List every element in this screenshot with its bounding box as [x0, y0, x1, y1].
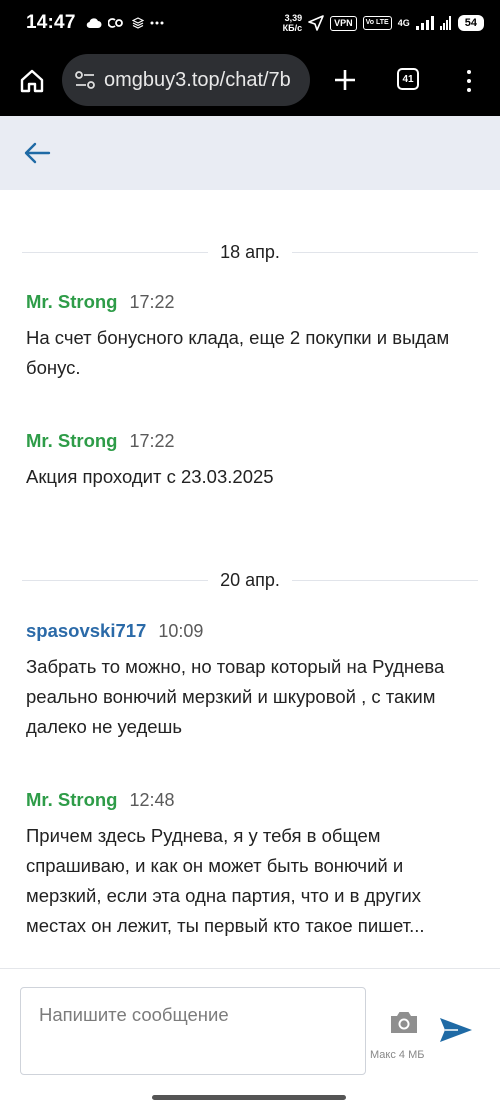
more-dots-icon — [150, 21, 164, 25]
separator-line — [22, 579, 209, 581]
address-bar[interactable]: omgbuy3.top/chat/7b — [62, 54, 310, 106]
message-header: spasovski717 10:09 — [26, 620, 481, 648]
new-tab-button[interactable] — [328, 63, 362, 97]
browser-menu-button[interactable] — [458, 64, 480, 98]
message-input[interactable] — [20, 987, 366, 1075]
separator-line — [291, 579, 479, 581]
home-indicator[interactable] — [152, 1095, 346, 1100]
tab-switcher-button[interactable]: 41 — [397, 68, 419, 90]
url-text: omgbuy3.top/chat/7b — [104, 68, 291, 91]
message-item: spasovski717 10:09 Забрать то можно, но … — [26, 620, 481, 742]
status-time: 14:47 — [26, 12, 76, 33]
location-arrow-icon — [308, 15, 324, 31]
send-icon[interactable] — [438, 1015, 474, 1045]
message-header: Mr. Strong 17:22 — [26, 430, 481, 458]
message-item: Mr. Strong 17:22 На счет бонусного клада… — [26, 291, 481, 383]
attachment-size-limit: Макс 4 МБ — [370, 1049, 425, 1061]
message-author[interactable]: Mr. Strong — [26, 789, 117, 811]
back-button[interactable] — [22, 138, 52, 168]
vpn-badge: VPN — [330, 15, 357, 31]
network-speed-unit: КБ/с — [282, 23, 303, 33]
signal-icon — [415, 16, 434, 30]
message-author[interactable]: Mr. Strong — [26, 430, 117, 452]
message-list[interactable]: 18 апр. Mr. Strong 17:22 На счет бонусно… — [0, 190, 500, 968]
camera-icon[interactable] — [388, 1009, 420, 1035]
network-speed-value: 3,39 — [284, 13, 303, 23]
message-author[interactable]: Mr. Strong — [26, 291, 117, 313]
plus-icon — [335, 70, 355, 90]
notification-icons — [86, 17, 164, 29]
message-time: 12:48 — [129, 790, 175, 810]
site-settings-icon[interactable] — [74, 70, 96, 90]
separator-line — [291, 251, 479, 253]
status-indicators: 3,39 КБ/с VPN Vo LTE 4G 54 — [283, 13, 484, 33]
battery-level: 54 — [457, 15, 484, 31]
message-item: Mr. Strong 17:22 Акция проходит с 23.03.… — [26, 430, 481, 492]
date-label: 20 апр. — [220, 569, 280, 590]
message-text: На счет бонусного клада, еще 2 покупки и… — [26, 327, 450, 378]
message-time: 10:09 — [158, 621, 204, 641]
message-text: Забрать то можно, но товар который на Ру… — [26, 656, 445, 737]
message-header: Mr. Strong 12:48 — [26, 789, 481, 817]
message-composer: Макс 4 МБ — [0, 969, 500, 1089]
layers-icon — [131, 17, 144, 29]
chat-header — [0, 116, 500, 190]
home-icon — [20, 69, 44, 93]
message-time: 17:22 — [129, 431, 175, 451]
back-arrow-icon — [24, 142, 51, 164]
date-separator: 18 апр. — [22, 238, 479, 266]
message-text: Причем здесь Руднева, я у тебя в общем с… — [26, 825, 425, 936]
network-type: 4G — [397, 18, 410, 28]
network-speed: 3,39 КБ/с — [283, 13, 302, 33]
message-author[interactable]: spasovski717 — [26, 620, 146, 642]
co-logo-icon — [107, 18, 123, 28]
message-header: Mr. Strong 17:22 — [26, 291, 481, 319]
browser-toolbar: omgbuy3.top/chat/7b 41 — [0, 46, 500, 116]
status-bar: 14:47 3,39 КБ/с VPN Vo LTE 4G 54 — [0, 0, 500, 46]
menu-dot — [467, 69, 471, 74]
cloud-icon — [86, 18, 102, 29]
volte-badge: Vo LTE — [362, 16, 392, 30]
menu-dot — [467, 78, 471, 83]
separator-line — [22, 251, 209, 253]
home-button[interactable] — [14, 63, 50, 99]
message-item: Mr. Strong 12:48 Причем здесь Руднева, я… — [26, 789, 481, 941]
date-separator: 20 апр. — [22, 566, 479, 594]
date-label: 18 апр. — [220, 241, 280, 262]
message-time: 17:22 — [129, 292, 175, 312]
message-text: Акция проходит с 23.03.2025 — [26, 466, 274, 487]
signal-icon-secondary — [439, 16, 451, 30]
menu-dot — [467, 88, 471, 93]
